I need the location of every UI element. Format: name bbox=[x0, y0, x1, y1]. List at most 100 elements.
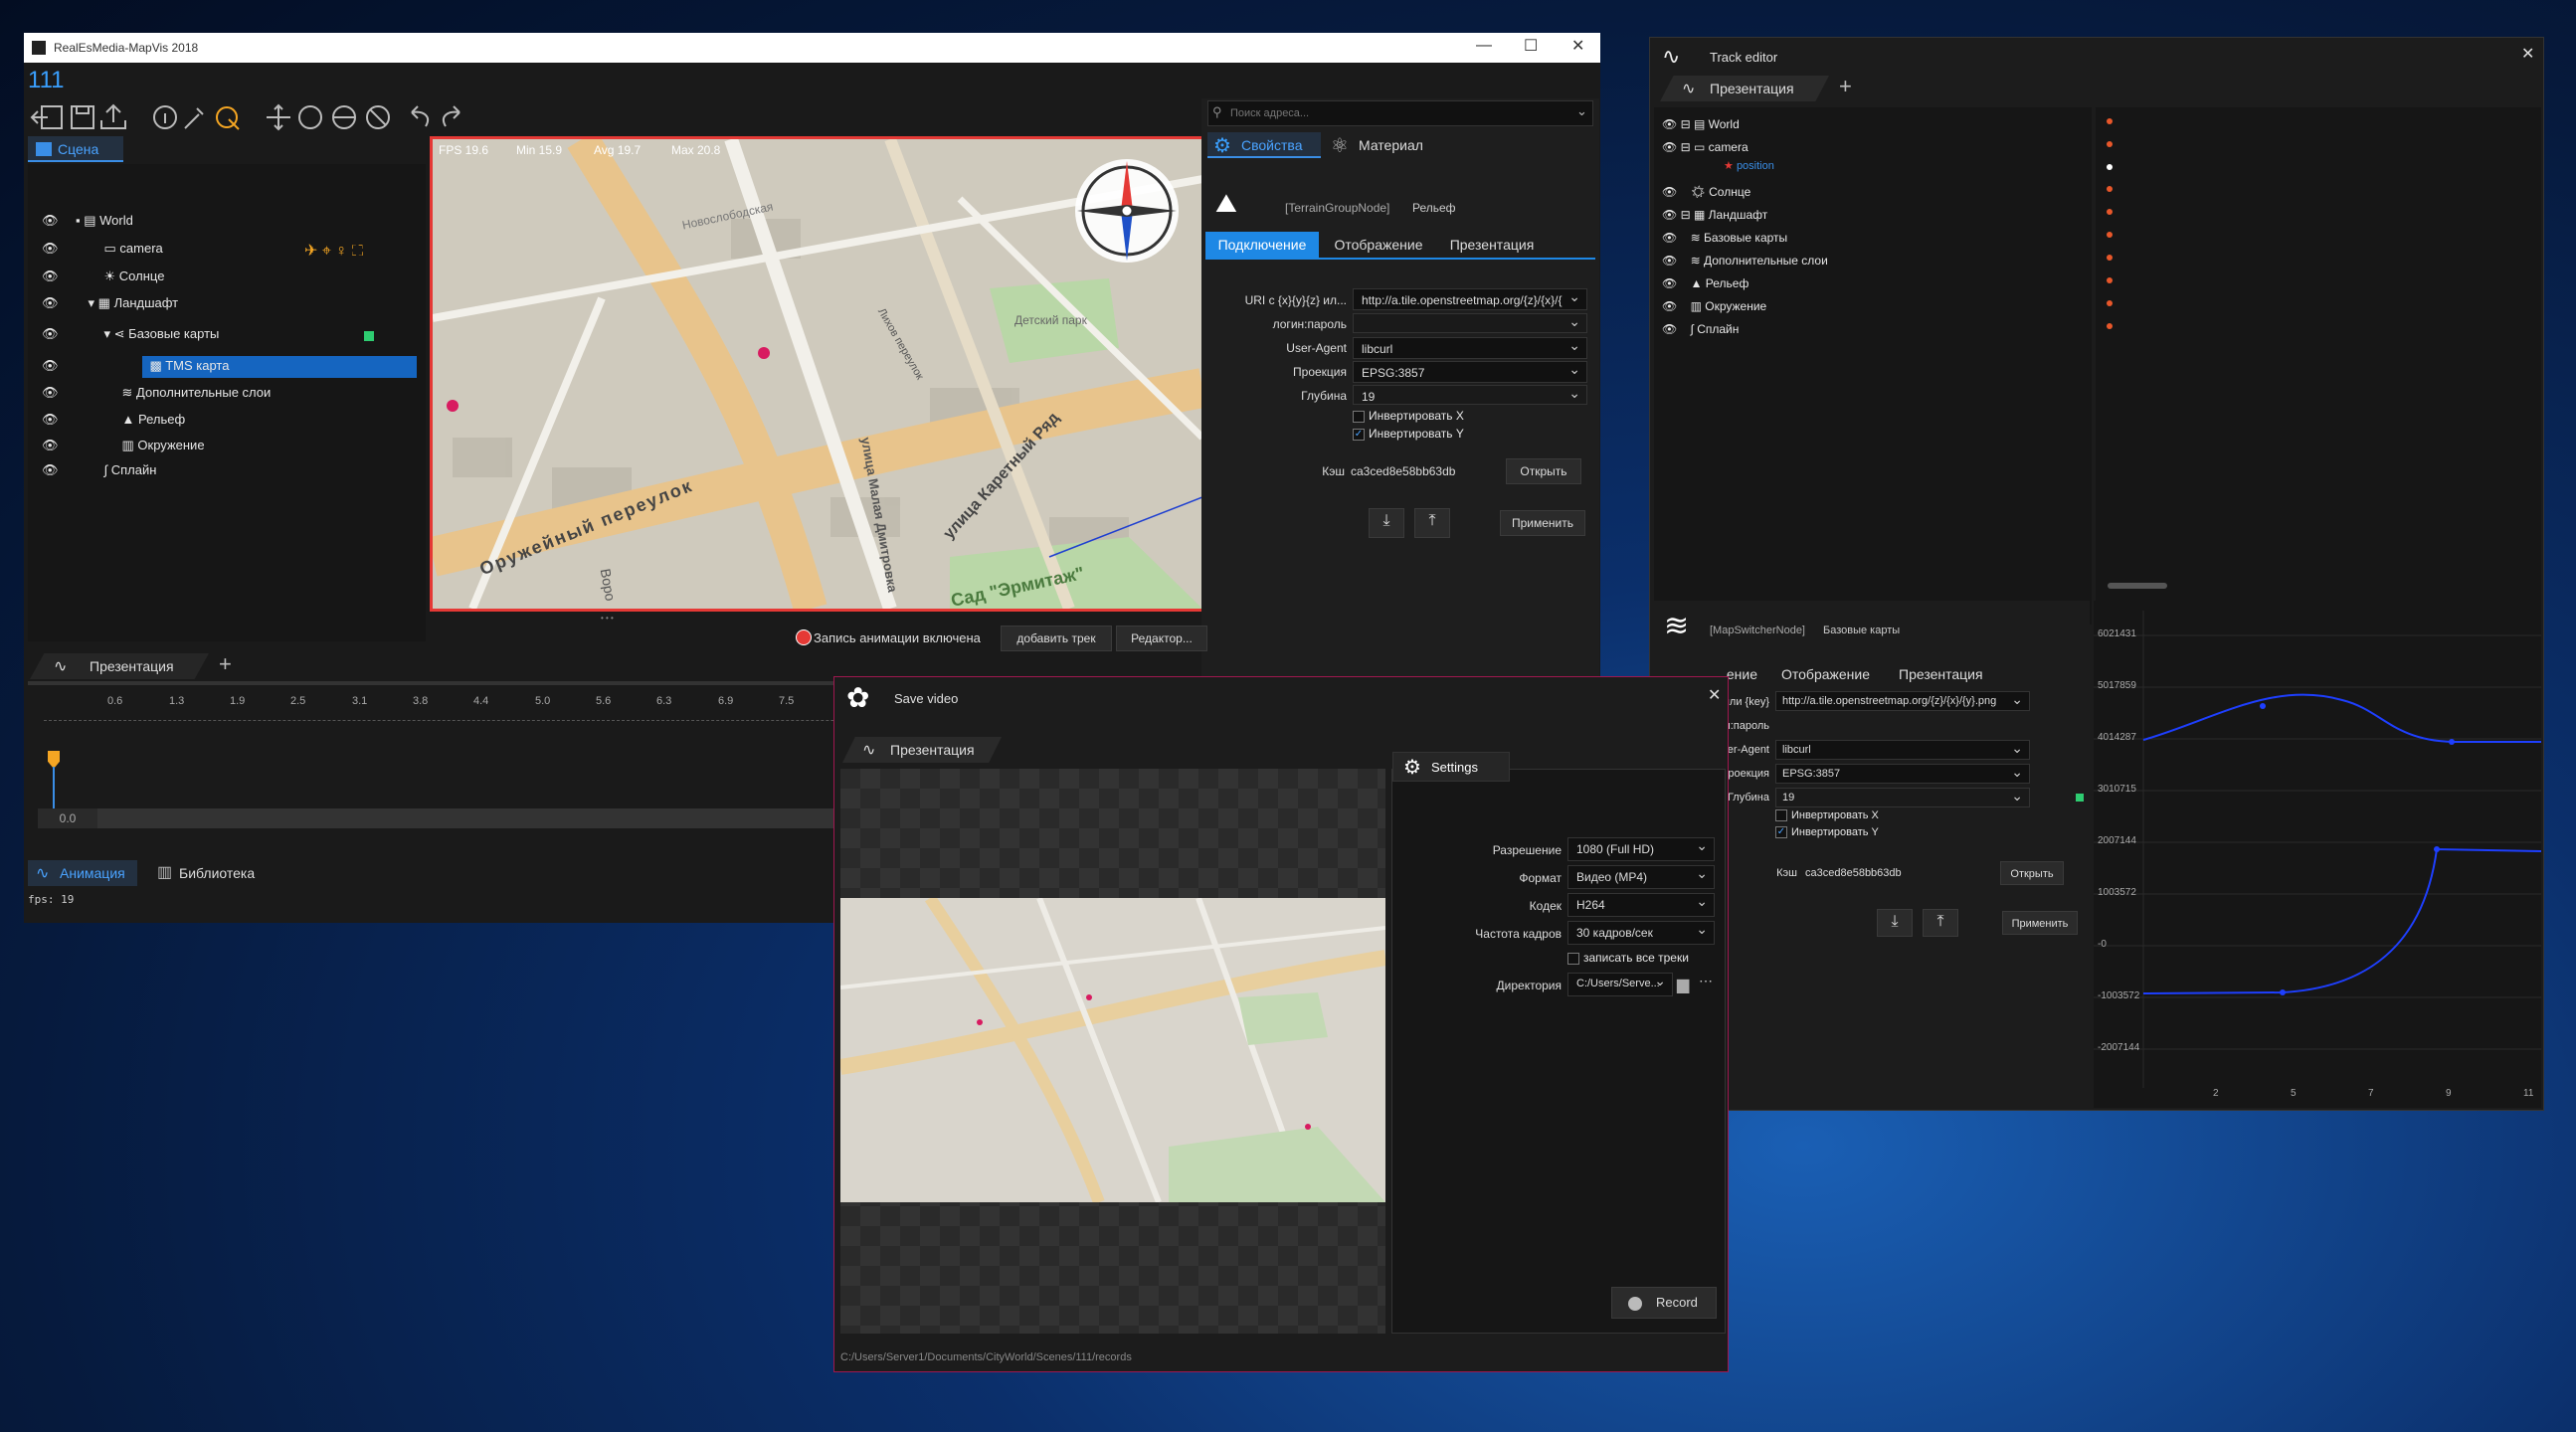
eye-icon[interactable]: 👁 bbox=[42, 295, 59, 310]
tree-item-world[interactable]: 👁 ▪ ▤ World bbox=[42, 213, 133, 229]
import-icon[interactable]: ⤓ bbox=[1369, 508, 1404, 538]
upload-icon[interactable]: ⤒ bbox=[1923, 909, 1958, 937]
compass-icon[interactable] bbox=[1069, 153, 1185, 268]
graph-panel[interactable]: 6021431 5017859 4014287 3010715 2007144 … bbox=[2094, 601, 2541, 1108]
track-pres-tab[interactable]: ∿ Презентация bbox=[1660, 76, 1829, 101]
user-agent-select[interactable]: libcurl bbox=[1353, 337, 1587, 359]
invert-x-checkbox[interactable]: Инвертировать X bbox=[1775, 809, 1879, 822]
save-pres-tab[interactable]: ∿ Презентация bbox=[842, 737, 1002, 763]
apply-button[interactable]: Применить bbox=[1500, 510, 1585, 536]
address-search-input[interactable] bbox=[1230, 104, 1568, 122]
track-item-landscape[interactable]: 👁 ⊟ ▦ Ландшафт bbox=[1662, 208, 1767, 222]
tree-item-camera[interactable]: 👁 ▭ camera bbox=[42, 241, 163, 257]
rotate-icon[interactable] bbox=[298, 105, 322, 129]
move-icon[interactable] bbox=[267, 103, 290, 131]
maximize-button[interactable]: ☐ bbox=[1524, 36, 1538, 56]
camera-tools[interactable]: ✈ ⌖ ♀ ⛶ bbox=[304, 241, 363, 261]
import-icon[interactable]: ⤓ bbox=[1877, 909, 1913, 937]
track-item-world[interactable]: 👁 ⊟ ▤ World bbox=[1662, 117, 1740, 131]
globe-icon[interactable] bbox=[332, 105, 356, 129]
track-item-sun[interactable]: 👁 ☀ Солнце bbox=[1662, 185, 1750, 199]
track-item-env[interactable]: 👁 ▥ Окружение bbox=[1662, 299, 1766, 313]
subtab-display[interactable]: Отображение bbox=[1325, 232, 1432, 258]
close-button[interactable]: ✕ bbox=[1571, 36, 1584, 56]
eye-icon[interactable]: 👁 bbox=[42, 326, 59, 341]
eye-icon[interactable]: 👁 bbox=[42, 241, 59, 256]
eye-icon[interactable]: 👁 bbox=[42, 213, 64, 228]
track-scrollbar[interactable] bbox=[2108, 583, 2167, 589]
anim-pres-tab[interactable]: ∿ Презентация bbox=[30, 653, 209, 679]
tab-scene[interactable]: Сцена bbox=[28, 136, 123, 162]
track-item-layers[interactable]: 👁 ≋ Дополнительные слои bbox=[1662, 254, 1828, 268]
track-item-relief[interactable]: 👁 ▲ Рельеф bbox=[1662, 276, 1748, 290]
tree-item-tms[interactable]: 👁 ▩ TMS карта bbox=[42, 358, 229, 374]
upload-icon[interactable]: ⤒ bbox=[1414, 508, 1450, 538]
editor-button[interactable]: Редактор... bbox=[1116, 626, 1207, 651]
tree-item-landscape[interactable]: 👁 ▾ ▦ Ландшафт bbox=[42, 295, 178, 311]
save-icon[interactable] bbox=[71, 105, 94, 129]
subtab-presentation[interactable]: Презентация bbox=[1899, 662, 2008, 686]
address-search[interactable]: ⚲ ⌄ bbox=[1207, 100, 1593, 126]
projection-select[interactable]: EPSG:3857 bbox=[1775, 764, 2030, 784]
resolution-select[interactable]: 1080 (Full HD) bbox=[1567, 837, 1715, 861]
tab-library[interactable]: ▥ Библиотека bbox=[153, 860, 273, 886]
uri-field[interactable]: http://a.tile.openstreetmap.org/{z}/{x}/… bbox=[1353, 288, 1587, 310]
subtab-presentation[interactable]: Презентация bbox=[1438, 232, 1546, 258]
uri-field[interactable]: http://a.tile.openstreetmap.org/{z}/{x}/… bbox=[1775, 691, 2030, 711]
curve-1[interactable] bbox=[2142, 693, 2541, 743]
export-icon[interactable] bbox=[100, 103, 126, 129]
tree-item-spline[interactable]: 👁 ∫ Сплайн bbox=[42, 462, 156, 478]
tab-properties[interactable]: ⚙ Свойства bbox=[1207, 132, 1321, 158]
exit-icon[interactable] bbox=[30, 105, 63, 129]
picker-icon[interactable] bbox=[184, 107, 204, 129]
eye-icon[interactable]: 👁 bbox=[42, 268, 59, 283]
tree-item-base-maps[interactable]: 👁 ▾ ⋖ Базовые карты bbox=[42, 326, 219, 342]
no-icon[interactable] bbox=[366, 105, 390, 129]
apply-button[interactable]: Применить bbox=[2002, 911, 2078, 935]
more-icon[interactable]: ⋯ bbox=[1699, 973, 1713, 989]
tab-animation[interactable]: ∿ Анимация bbox=[28, 860, 137, 886]
login-field[interactable] bbox=[1353, 313, 1587, 333]
curve-graph[interactable] bbox=[2094, 601, 2541, 1108]
tree-item-layers[interactable]: 👁 ≋ Дополнительные слои bbox=[42, 385, 271, 401]
tree-item-sun[interactable]: 👁 ☀ Солнце bbox=[42, 268, 164, 284]
keyframe-area[interactable] bbox=[2096, 107, 2541, 625]
add-track-button[interactable]: добавить трек bbox=[1001, 626, 1112, 651]
tree-item-relief[interactable]: 👁 ▲ Рельеф bbox=[42, 412, 185, 428]
track-item-spline[interactable]: 👁 ∫ Сплайн bbox=[1662, 322, 1739, 336]
redo-icon[interactable] bbox=[442, 105, 460, 127]
folder-icon[interactable]: ▆ bbox=[1677, 975, 1689, 994]
depth-field[interactable]: 19 bbox=[1775, 788, 2030, 807]
eye-icon[interactable]: 👁 bbox=[42, 358, 59, 373]
chevron-down-icon[interactable]: ⌄ bbox=[1576, 103, 1587, 119]
tab-material[interactable]: ⚛ Материал bbox=[1327, 132, 1446, 158]
invert-y-checkbox[interactable]: ✓ Инвертировать Y bbox=[1353, 427, 1464, 441]
subtab-connection[interactable]: Подключение bbox=[1205, 232, 1319, 258]
invert-y-checkbox[interactable]: ✓ Инвертировать Y bbox=[1775, 826, 1879, 839]
time-value[interactable]: 0.0 bbox=[38, 808, 97, 828]
keyframe-dots[interactable] bbox=[2096, 107, 2541, 625]
codec-select[interactable]: H264 bbox=[1567, 893, 1715, 917]
track-item-base[interactable]: 👁 ≋ Базовые карты bbox=[1662, 231, 1787, 245]
close-icon[interactable]: ✕ bbox=[2521, 44, 2534, 64]
track-item-position[interactable]: ★ position bbox=[1724, 159, 1774, 172]
info-icon[interactable] bbox=[153, 105, 177, 129]
curve-2[interactable] bbox=[2142, 847, 2541, 994]
viewport[interactable]: Оружейный переулок улица Каретный Ряд Са… bbox=[430, 136, 1205, 612]
eye-icon[interactable]: 👁 bbox=[42, 438, 59, 452]
eye-icon[interactable]: 👁 bbox=[42, 412, 59, 427]
cursor-icon[interactable] bbox=[216, 106, 240, 130]
depth-field[interactable]: 19 bbox=[1353, 385, 1587, 405]
dir-field[interactable]: C:/Users/Serve... bbox=[1567, 973, 1673, 996]
open-button[interactable]: Открыть bbox=[2000, 861, 2064, 885]
fps-select[interactable]: 30 кадров/сек bbox=[1567, 921, 1715, 945]
all-tracks-checkbox[interactable]: записать все треки bbox=[1567, 951, 1689, 965]
track-item-camera[interactable]: 👁 ⊟ ▭ camera bbox=[1662, 140, 1748, 154]
invert-x-checkbox[interactable]: Инвертировать X bbox=[1353, 409, 1464, 423]
projection-select[interactable]: EPSG:3857 bbox=[1353, 361, 1587, 383]
add-tab-button[interactable]: + bbox=[1839, 74, 1852, 99]
add-tab-button[interactable]: + bbox=[219, 651, 232, 677]
eye-icon[interactable]: 👁 bbox=[42, 462, 59, 477]
user-agent-select[interactable]: libcurl bbox=[1775, 740, 2030, 760]
format-select[interactable]: Видео (MP4) bbox=[1567, 865, 1715, 889]
